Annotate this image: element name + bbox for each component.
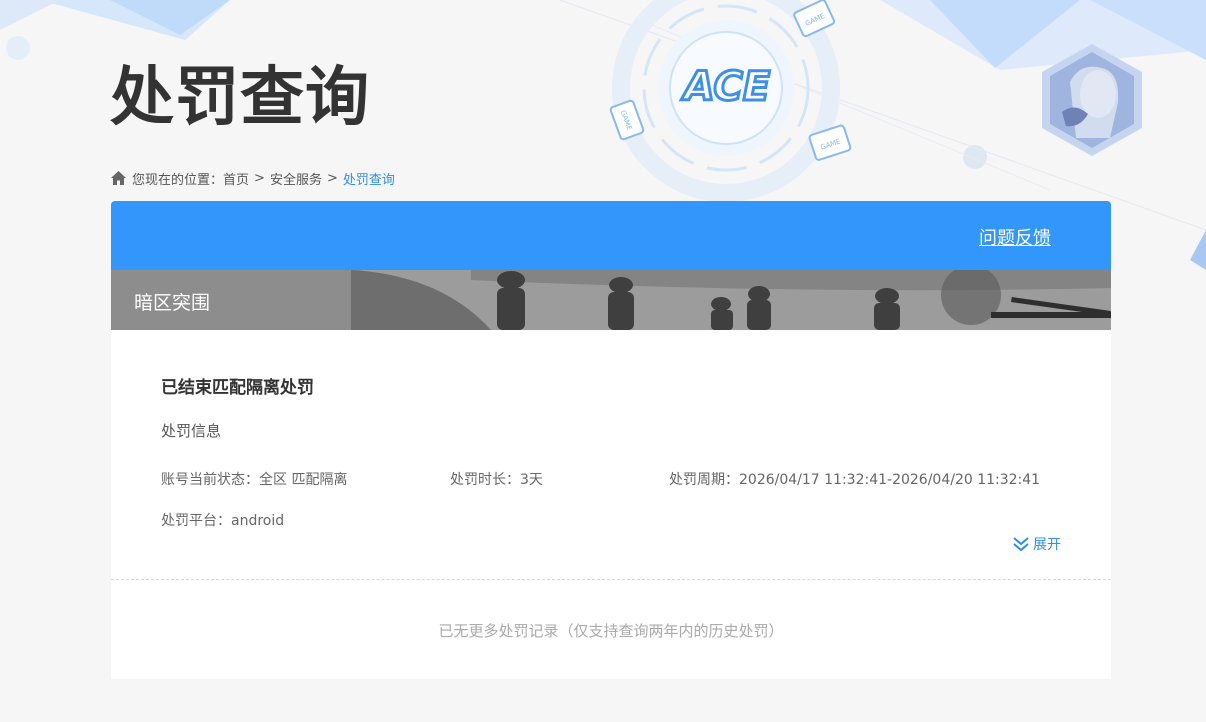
punishment-platform: 处罚平台：android (161, 513, 285, 529)
double-chevron-down-icon (1013, 537, 1029, 552)
breadcrumb-home[interactable]: 首页 (223, 169, 249, 188)
game-banner: 暗区突围 (111, 270, 1111, 330)
punishment-duration: 处罚时长：3天 (450, 472, 543, 488)
expand-toggle[interactable]: 展开 (1012, 534, 1061, 554)
breadcrumb: 您现在的位置： 首页 > 安全服务 > 处罚查询 (110, 168, 395, 188)
game-name: 暗区突围 (134, 292, 211, 314)
breadcrumb-separator: > (254, 170, 265, 186)
svg-text:GAME: GAME (819, 138, 841, 152)
section-label: 处罚信息 (161, 422, 222, 440)
punishment-period: 处罚周期：2026/04/17 11:32:41-2026/04/20 11:3… (669, 472, 1041, 488)
ace-logo: ACE (679, 63, 771, 111)
breadcrumb-separator: > (326, 170, 338, 186)
record-title: 已结束匹配隔离处罚 (161, 378, 314, 398)
account-status: 账号当前状态：全区 匹配隔离 (161, 472, 348, 488)
breadcrumb-current: 处罚查询 (342, 172, 395, 188)
character-portrait-image (1042, 44, 1142, 156)
home-icon (110, 170, 127, 186)
svg-text:GAME: GAME (804, 12, 826, 28)
breadcrumb-security-services[interactable]: 安全服务 (270, 169, 322, 188)
breadcrumb-prefix: 您现在的位置： (132, 172, 224, 188)
game-banner-image (111, 270, 1111, 330)
page-title: 处罚查询 (110, 61, 370, 135)
svg-text:ACE: ACE (681, 64, 770, 110)
feedback-link[interactable]: 问题反馈 (979, 224, 1051, 250)
punishment-panel: 问题反馈 暗区突围 已结束匹配隔离处罚 处罚信息 账号当前状态：全区 匹配隔离 … (111, 201, 1111, 679)
expand-label: 展开 (1033, 537, 1061, 553)
panel-header: 问题反馈 (111, 201, 1111, 270)
no-more-records-note: 已无更多处罚记录（仅支持查询两年内的历史处罚） (111, 580, 1111, 679)
svg-text:GAME: GAME (619, 109, 634, 131)
punishment-record: 已结束匹配隔离处罚 处罚信息 账号当前状态：全区 匹配隔离 处罚时长：3天 处罚… (111, 330, 1111, 580)
